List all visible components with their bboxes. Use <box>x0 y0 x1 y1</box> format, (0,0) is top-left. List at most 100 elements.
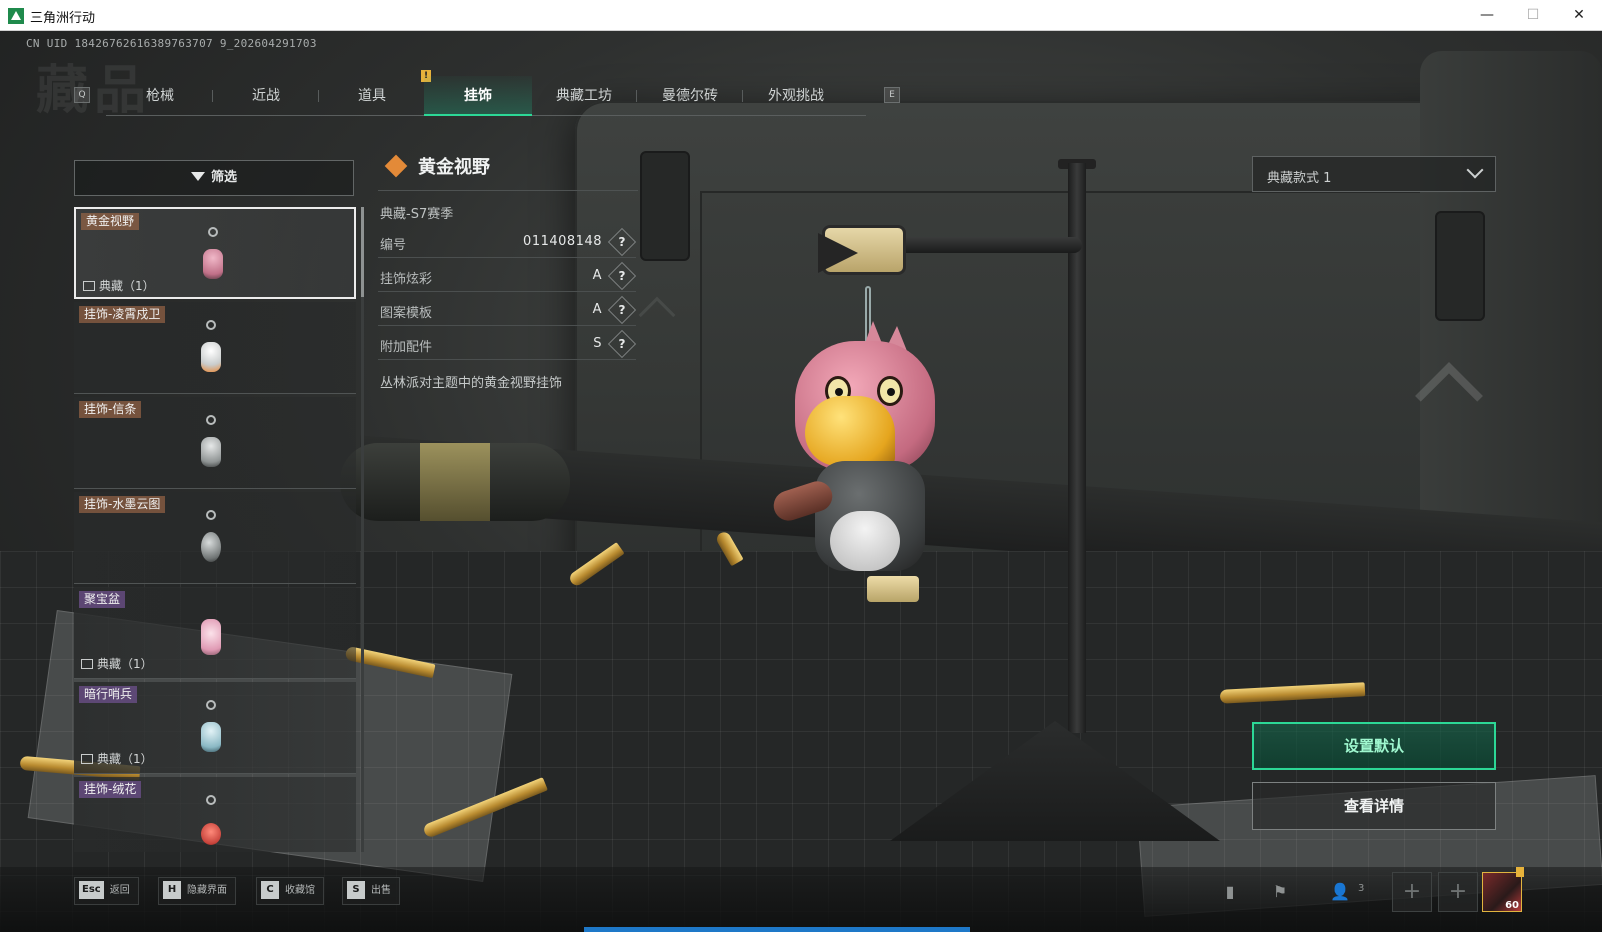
squad-icon[interactable]: 👤 <box>1326 880 1354 904</box>
thumbnail-ring <box>206 795 216 805</box>
charm-box <box>867 576 919 602</box>
hint-label: 隐藏界面 <box>187 885 227 896</box>
detail-row-pattern: 图案模板 A ? <box>378 295 637 326</box>
charm-model[interactable] <box>769 286 955 606</box>
close-window-button[interactable]: ✕ <box>1556 0 1602 30</box>
avatar-badge <box>1516 867 1524 877</box>
thumbnail-figure <box>201 722 221 752</box>
key-badge: C <box>261 881 279 899</box>
item-thumbnail <box>194 605 228 667</box>
add-teammate-button[interactable]: + <box>1438 872 1478 912</box>
list-item[interactable]: 黄金视野 典藏（1） <box>74 207 356 299</box>
item-thumbnail <box>194 510 228 572</box>
list-item[interactable]: 聚宝盆 典藏（1） <box>74 587 356 679</box>
thumbnail-ring <box>206 320 216 330</box>
detail-row-label: 编号 <box>380 238 407 253</box>
key-badge: H <box>163 881 181 899</box>
list-item[interactable]: 挂饰-凌霄戍卫 <box>74 302 356 394</box>
detail-description: 丛林派对主题中的黄金视野挂饰 <box>380 376 563 391</box>
window-titlebar: 三角洲行动 — ☐ ✕ <box>0 0 1602 31</box>
hint-sell[interactable]: S 出售 <box>342 877 400 905</box>
list-item[interactable]: 挂饰-绒花 <box>74 777 356 852</box>
item-thumbnail <box>194 700 228 762</box>
charm-belly <box>830 511 900 571</box>
hint-label: 返回 <box>109 885 130 896</box>
item-name-tag: 挂饰-凌霄戍卫 <box>79 306 166 323</box>
thumbnail-figure <box>201 342 221 372</box>
bottom-bar <box>0 867 1602 932</box>
collection-count-label: 典藏（1） <box>97 657 153 671</box>
hint-label: 收藏馆 <box>285 885 315 896</box>
item-thumbnail <box>196 227 230 289</box>
chevron-down-icon <box>1466 161 1484 179</box>
detail-row-value: S <box>593 336 602 351</box>
help-icon[interactable]: ? <box>607 329 637 359</box>
detail-season: 典藏-S7赛季 <box>380 207 454 222</box>
stats-icon[interactable]: ▮ <box>1216 880 1244 904</box>
thumbnail-figure <box>201 619 221 655</box>
hint-hide-ui[interactable]: H 隐藏界面 <box>158 877 236 905</box>
image-icon <box>83 281 95 291</box>
thumbnail-figure <box>201 532 221 562</box>
detail-title-text: 黄金视野 <box>418 157 490 178</box>
filter-button[interactable]: 筛选 <box>74 160 354 196</box>
minimize-button[interactable]: — <box>1464 0 1510 30</box>
style-dropdown-value: 典藏款式 1 <box>1267 171 1332 186</box>
prev-tab-key-hint[interactable]: Q <box>74 87 90 103</box>
help-icon[interactable]: ? <box>607 227 637 257</box>
item-name-tag: 挂饰-信条 <box>79 401 142 418</box>
hint-label: 出售 <box>371 885 391 896</box>
detail-divider <box>378 190 638 191</box>
thumbnail-ring <box>208 227 218 237</box>
help-icon-glyph: ? <box>618 269 626 283</box>
squad-count: 3 <box>1358 883 1365 894</box>
loading-progress-bar <box>584 927 970 932</box>
list-item[interactable]: 挂饰-水墨云图 <box>74 492 356 584</box>
maximize-button[interactable]: ☐ <box>1510 0 1556 30</box>
tab-charms[interactable]: 挂饰 <box>424 76 532 116</box>
item-thumbnail <box>194 320 228 382</box>
thumbnail-figure <box>201 437 221 467</box>
detail-title: 黄金视野 <box>384 153 490 179</box>
list-item[interactable]: 挂饰-信条 <box>74 397 356 489</box>
help-icon-glyph: ? <box>618 303 626 317</box>
collection-count: 典藏（1） <box>83 277 155 294</box>
rarity-diamond-icon <box>384 154 408 178</box>
list-scrollbar-thumb[interactable] <box>361 207 364 297</box>
flag-icon[interactable]: ⚑ <box>1266 880 1294 904</box>
tab-collection-workshop[interactable]: 典藏工坊 <box>530 76 638 116</box>
thumbnail-figure <box>203 249 223 279</box>
tab-appearance-challenge[interactable]: 外观挑战 <box>742 76 850 116</box>
thumbnail-ring <box>206 510 216 520</box>
charm-list[interactable]: 黄金视野 典藏（1） 挂饰-凌霄戍卫 挂饰-信条 挂饰-水墨云图 聚宝盆 典藏（… <box>74 207 364 852</box>
list-scrollbar[interactable] <box>361 207 364 852</box>
detail-row-serial: 编号 011408148 ? <box>378 227 637 258</box>
avatar-level: 60 <box>1505 900 1519 911</box>
image-icon <box>81 659 93 669</box>
add-teammate-button[interactable]: + <box>1392 872 1432 912</box>
tab-melee[interactable]: 近战 <box>212 76 320 116</box>
item-name-tag: 挂饰-绒花 <box>79 781 142 798</box>
window-title: 三角洲行动 <box>30 10 96 25</box>
category-tabs: 枪械 近战 道具 挂饰 典藏工坊 曼德尔砖 外观挑战 <box>106 76 866 116</box>
help-icon-glyph: ? <box>618 235 626 249</box>
help-icon[interactable]: ? <box>607 295 637 325</box>
next-tab-key-hint[interactable]: E <box>884 87 900 103</box>
thumbnail-figure <box>201 823 221 845</box>
help-icon[interactable]: ? <box>607 261 637 291</box>
list-item[interactable]: 暗行哨兵 典藏（1） <box>74 682 356 774</box>
crate-latch <box>1435 211 1485 321</box>
avatar[interactable]: 60 <box>1482 867 1524 912</box>
hint-back[interactable]: Esc 返回 <box>74 877 139 905</box>
spray-can-band <box>420 443 490 521</box>
tab-mandel-brick[interactable]: 曼德尔砖 <box>636 76 744 116</box>
view-details-button[interactable]: 查看详情 <box>1252 782 1496 830</box>
style-dropdown[interactable]: 典藏款式 1 <box>1252 156 1496 192</box>
tab-firearms[interactable]: 枪械 <box>106 76 214 116</box>
charm-eye <box>877 376 903 406</box>
filter-button-label: 筛选 <box>210 170 237 185</box>
hint-collection-hall[interactable]: C 收藏馆 <box>256 877 324 905</box>
set-default-button[interactable]: 设置默认 <box>1252 722 1496 770</box>
detail-row-value: 011408148 <box>523 234 602 249</box>
tab-items[interactable]: 道具 <box>318 76 426 116</box>
